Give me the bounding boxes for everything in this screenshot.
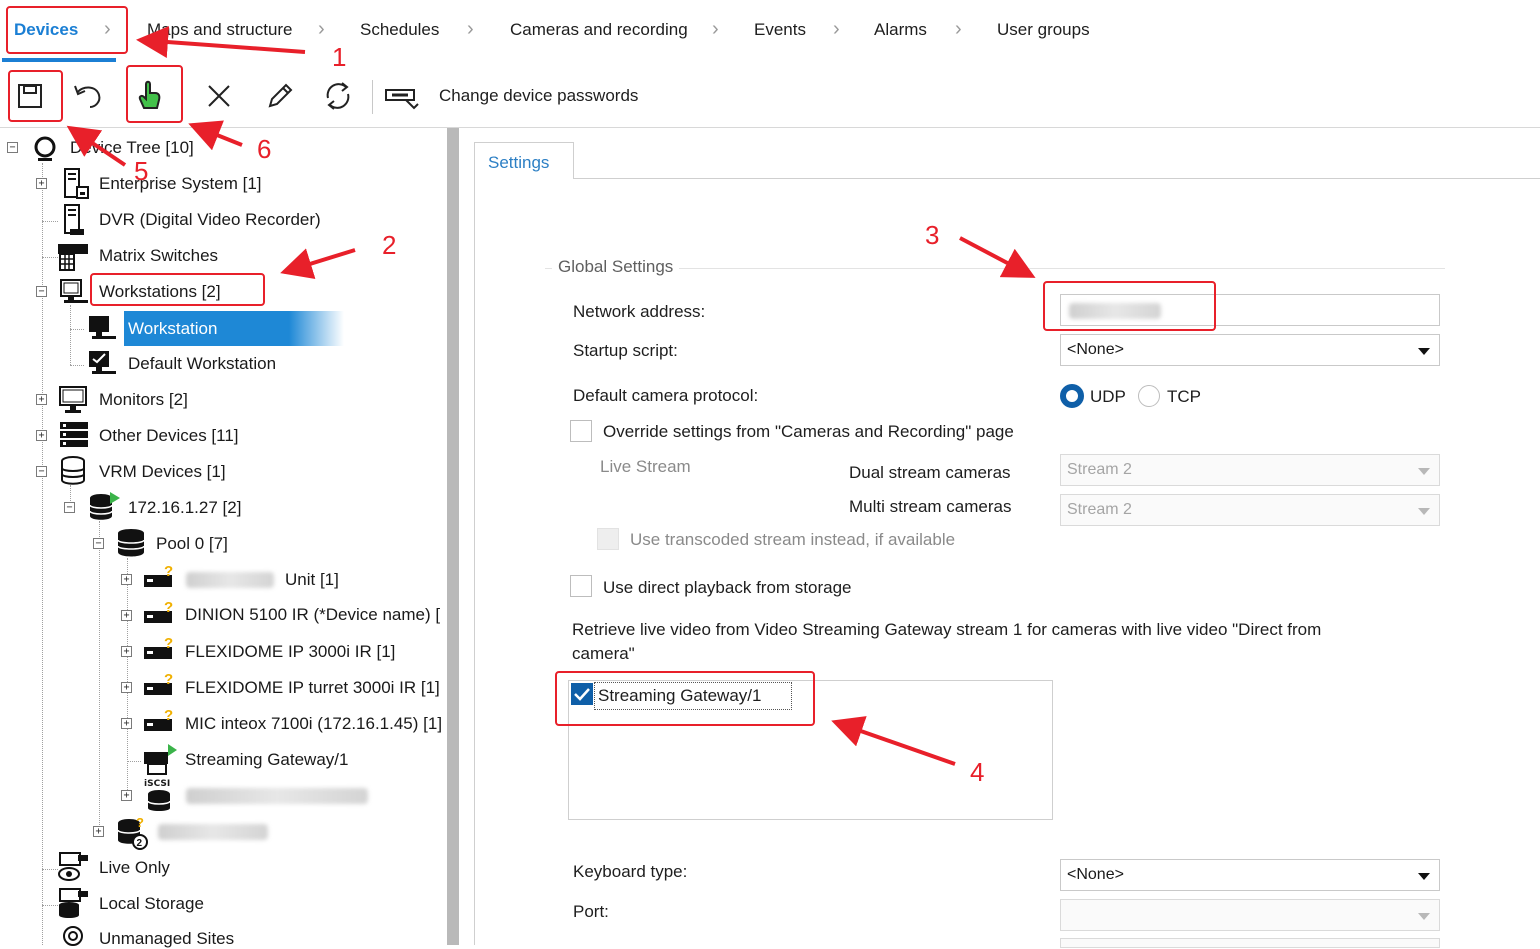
arrow-3	[959, 236, 1036, 278]
arrow-4	[831, 716, 956, 766]
annotation-number-5: 5	[134, 156, 149, 186]
annotation-number-4: 4	[970, 757, 985, 787]
annotation-number-1: 1	[332, 42, 347, 72]
arrow-6	[188, 120, 243, 151]
annotation-number-6: 6	[257, 134, 272, 164]
annotation-number-3: 3	[925, 220, 940, 250]
annotation-number-2: 2	[382, 230, 397, 260]
arrow-1	[136, 26, 306, 58]
arrow-2	[280, 248, 356, 279]
arrow-5	[66, 125, 127, 167]
annotation-arrows	[66, 26, 1036, 766]
